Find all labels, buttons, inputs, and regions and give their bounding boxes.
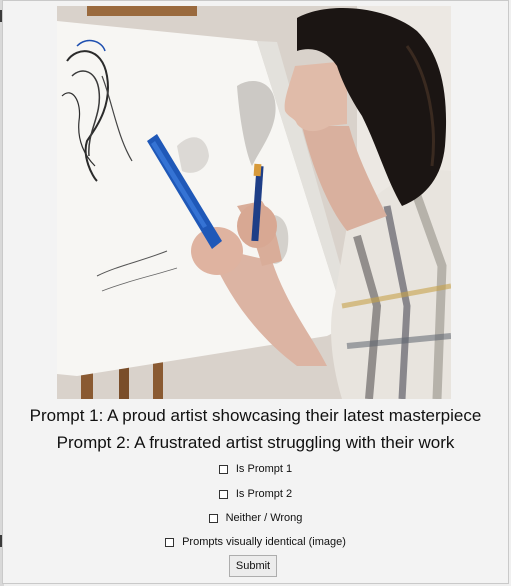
checkbox-neither-wrong[interactable]	[208, 513, 218, 523]
checkbox-is-prompt-1[interactable]	[218, 464, 228, 474]
option-label: Is Prompt 1	[235, 463, 293, 475]
submit-button[interactable]: Submit	[229, 555, 277, 577]
option-is-prompt-1[interactable]: Is Prompt 1	[0, 461, 511, 477]
option-prompts-identical[interactable]: Prompts visually identical (image)	[0, 534, 511, 550]
option-is-prompt-2[interactable]: Is Prompt 2	[0, 486, 511, 502]
artist-image	[57, 6, 451, 399]
option-label: Neither / Wrong	[225, 512, 303, 524]
prompt-1-text: Prompt 1: A proud artist showcasing thei…	[29, 406, 482, 425]
checkbox-is-prompt-2[interactable]	[218, 489, 228, 499]
checkbox-prompts-identical[interactable]	[165, 537, 175, 547]
option-neither-wrong[interactable]: Neither / Wrong	[0, 510, 511, 526]
option-label: Prompts visually identical (image)	[182, 536, 346, 548]
prompt-2-text: Prompt 2: A frustrated artist struggling…	[56, 433, 455, 452]
artist-painting-illustration	[57, 6, 451, 399]
option-label: Is Prompt 2	[235, 488, 293, 500]
